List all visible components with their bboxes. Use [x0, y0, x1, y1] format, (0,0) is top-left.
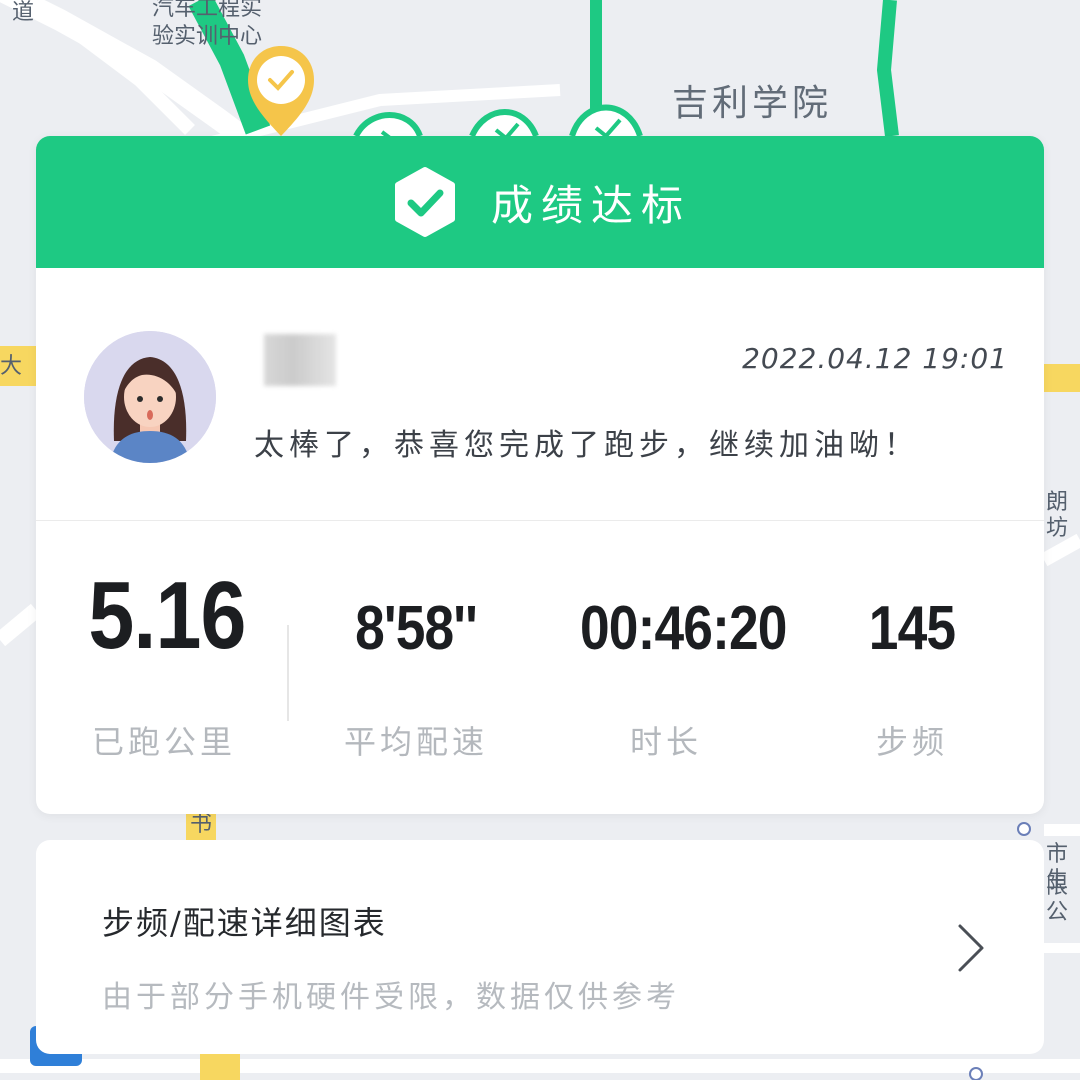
username-redacted	[264, 334, 336, 386]
stat-distance: 5.16 已跑公里	[76, 521, 252, 814]
result-status-title: 成绩达标	[490, 180, 691, 230]
cadence-label: 步频	[875, 723, 948, 761]
map-edge-label: 朗坊	[1046, 490, 1069, 542]
user-profile-section: 2022.04.12 19:01 太棒了，恭喜您完成了跑步，继续加油呦！	[36, 268, 1044, 520]
detail-chart-link[interactable]: 步频/配速详细图表 由于部分手机硬件受限，数据仅供参考	[36, 840, 1044, 1054]
pace-label: 平均配速	[343, 723, 488, 761]
chart-link-title: 步频/配速详细图表	[102, 904, 387, 942]
duration-value: 00:46:20	[580, 594, 787, 663]
map-edge-label: 限公	[1046, 874, 1069, 926]
map-college-label: 吉利学院	[672, 83, 833, 124]
distance-label: 已跑公里	[91, 723, 236, 761]
result-header: 成绩达标	[36, 136, 1044, 268]
stat-duration: 00:46:20 时长	[566, 521, 787, 814]
stat-cadence: 145 步频	[842, 521, 982, 814]
map-road-label: 道	[12, 0, 35, 25]
map-facility-label: 汽车工程实	[152, 0, 263, 21]
chart-link-note: 由于部分手机硬件受限，数据仅供参考	[102, 980, 680, 1015]
shield-check-icon	[389, 166, 461, 238]
stat-divider	[287, 625, 289, 721]
distance-value: 5.16	[88, 562, 246, 669]
map-facility-label: 验实训中心	[152, 24, 263, 49]
congrats-message: 太棒了，恭喜您完成了跑步，继续加油呦！	[254, 428, 919, 463]
stat-pace: 8'58'' 平均配速	[328, 521, 504, 814]
map-edge-label: 大	[0, 354, 23, 379]
run-stats: 5.16 已跑公里 8'58'' 平均配速 00:46:20 时长 145 步频	[36, 521, 1044, 814]
map-road-label: 书	[190, 812, 213, 837]
duration-label: 时长	[629, 723, 702, 761]
avatar-girl-icon[interactable]	[84, 331, 216, 463]
chevron-right-icon[interactable]	[952, 922, 988, 974]
run-datetime: 2022.04.12 19:01	[742, 342, 1008, 375]
pace-value: 8'58''	[355, 594, 478, 663]
run-result-card: 成绩达标 2022.04.12 19:01 太棒了，恭喜您完成了跑步，继续加油呦…	[36, 136, 1044, 814]
cadence-value: 145	[868, 594, 956, 663]
